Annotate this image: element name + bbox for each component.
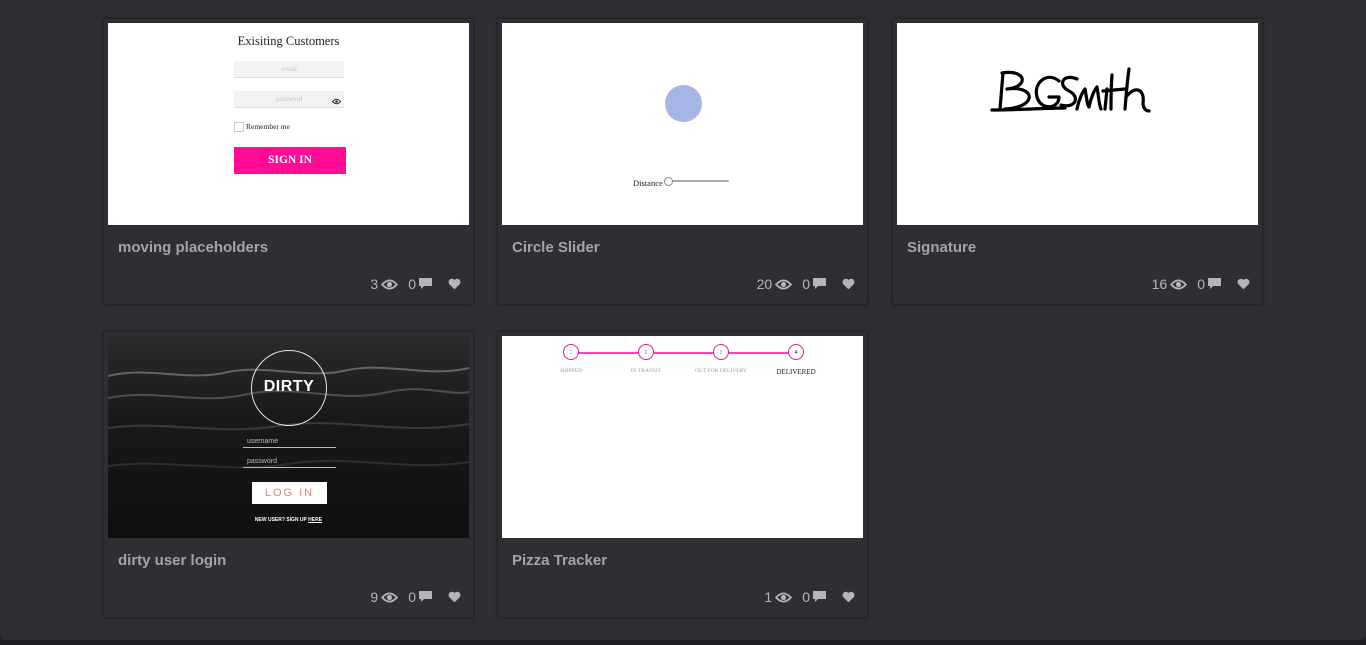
comments-stat[interactable]: 0 [802, 589, 826, 605]
eye-icon [331, 95, 342, 111]
pen-card[interactable]: Exisiting Customers email password Remem… [104, 19, 473, 304]
pen-card[interactable]: Signature 16 0 [893, 19, 1262, 304]
preview-password-field: password [243, 458, 336, 468]
pen-stats: 1 0 [754, 589, 855, 605]
pen-stats: 20 0 [747, 276, 855, 292]
eye-icon [775, 278, 793, 290]
preview-email-field: email [234, 61, 344, 78]
eye-icon [775, 591, 793, 603]
pen-title[interactable]: Circle Slider [512, 239, 600, 256]
heart-button[interactable] [842, 278, 855, 290]
comments-stat[interactable]: 0 [1197, 276, 1221, 292]
views-count: 16 [1151, 276, 1168, 292]
comments-count: 0 [802, 589, 810, 605]
views-count: 9 [370, 589, 379, 605]
preview-step-circle: 3 [713, 344, 729, 360]
pen-preview[interactable]: Distance [502, 23, 863, 225]
preview-tracker-line [571, 352, 796, 354]
preview-step-circle: 2 [638, 344, 654, 360]
heart-icon [842, 591, 855, 603]
preview-signin-button: SIGN IN [234, 147, 346, 174]
heart-button[interactable] [842, 591, 855, 603]
comments-count: 0 [1197, 276, 1205, 292]
comments-stat[interactable]: 0 [408, 276, 432, 292]
pen-card[interactable]: DIRTY username password LOG IN NEW USER?… [104, 332, 473, 617]
pens-grid-panel: Exisiting Customers email password Remem… [0, 0, 1366, 640]
comments-count: 0 [802, 276, 810, 292]
preview-signup-link: HERE [308, 517, 323, 523]
preview-logo: DIRTY [263, 378, 315, 395]
pen-title[interactable]: Pizza Tracker [512, 552, 607, 569]
views-stat: 1 [764, 589, 793, 605]
comment-icon [419, 278, 432, 290]
views-stat: 16 [1152, 276, 1188, 292]
comments-count: 0 [408, 589, 416, 605]
pen-card[interactable]: Distance Circle Slider 20 0 [498, 19, 867, 304]
preview-step-label: SHIPPED [559, 368, 583, 374]
comment-icon [813, 591, 826, 603]
heart-button[interactable] [1237, 278, 1250, 290]
pen-preview[interactable]: 1 2 3 4 SHIPPED IN TRANSIT OUT FOR DELIV… [502, 336, 863, 538]
preview-step-label: DELIVERED [776, 368, 816, 376]
preview-password-field: password [234, 91, 344, 108]
pen-card[interactable]: 1 2 3 4 SHIPPED IN TRANSIT OUT FOR DELIV… [498, 332, 867, 617]
comment-icon [419, 591, 432, 603]
pen-title[interactable]: dirty user login [118, 552, 226, 569]
preview-step-label: OUT FOR DELIVERY [695, 368, 747, 374]
comment-icon [813, 278, 826, 290]
preview-slider-track [669, 180, 729, 182]
eye-icon [381, 591, 399, 603]
pen-preview[interactable]: DIRTY username password LOG IN NEW USER?… [108, 336, 469, 538]
heart-icon [1237, 278, 1250, 290]
views-stat: 9 [370, 589, 399, 605]
heart-icon [842, 278, 855, 290]
views-stat: 20 [757, 276, 793, 292]
preview-step-circle: 4 [788, 344, 804, 360]
pen-title[interactable]: Signature [907, 239, 976, 256]
comment-icon [1208, 278, 1221, 290]
preview-slider-label: Distance [633, 178, 663, 188]
preview-remember-checkbox [234, 122, 244, 132]
preview-circle [665, 85, 702, 122]
pen-title[interactable]: moving placeholders [118, 239, 268, 256]
heart-button[interactable] [448, 591, 461, 603]
pen-stats: 9 0 [360, 589, 461, 605]
preview-signup-prompt: NEW USER? SIGN UP [254, 517, 307, 523]
preview-signup-text: NEW USER? SIGN UP HERE [108, 517, 469, 523]
pen-stats: 16 0 [1142, 276, 1250, 292]
eye-icon [1170, 278, 1188, 290]
heart-icon [448, 278, 461, 290]
eye-icon [381, 278, 399, 290]
preview-slider-knob [664, 177, 673, 186]
comments-stat[interactable]: 0 [802, 276, 826, 292]
views-count: 20 [756, 276, 773, 292]
views-count: 1 [764, 589, 773, 605]
preview-signature [990, 67, 1151, 113]
pen-stats: 3 0 [360, 276, 461, 292]
heart-button[interactable] [448, 278, 461, 290]
pen-preview[interactable] [897, 23, 1258, 225]
preview-heading: Exisiting Customers [237, 34, 340, 48]
heart-icon [448, 591, 461, 603]
preview-remember-label: Remember me [246, 122, 290, 131]
preview-step-label: IN TRANSIT [630, 368, 662, 374]
views-stat: 3 [370, 276, 399, 292]
preview-password-placeholder: password [275, 95, 303, 103]
comments-stat[interactable]: 0 [408, 589, 432, 605]
pen-preview[interactable]: Exisiting Customers email password Remem… [108, 23, 469, 225]
comments-count: 0 [408, 276, 416, 292]
preview-username-field: username [243, 438, 336, 448]
preview-step-circle: 1 [563, 344, 579, 360]
views-count: 3 [370, 276, 379, 292]
preview-login-button: LOG IN [252, 482, 327, 504]
